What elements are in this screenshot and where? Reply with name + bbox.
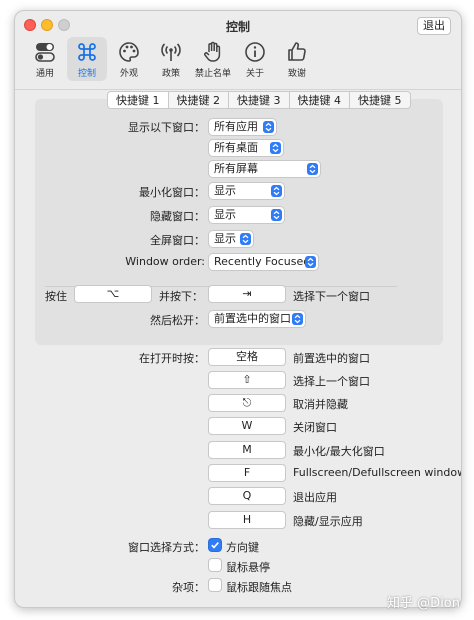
window-order-popup[interactable]: Recently Focused <box>209 254 318 270</box>
toolbar-item-acknowledgments[interactable]: 致谢 <box>277 37 317 81</box>
hold-key-recorder[interactable]: ⌥ <box>75 286 151 302</box>
release-action-popup[interactable]: 前置选中的窗口 <box>209 311 305 327</box>
chevron-up-down-icon <box>240 233 251 245</box>
mouse-hover-option-label: 鼠标悬停 <box>226 561 270 574</box>
popup-value: 所有桌面 <box>214 141 258 154</box>
and-press-label: 并按下： <box>159 290 203 303</box>
chevron-up-down-icon <box>271 209 282 221</box>
toolbar-label: 政策 <box>161 69 180 79</box>
toolbar-item-appearance[interactable]: 外观 <box>109 37 149 81</box>
popup-value: 所有屏幕 <box>214 162 258 175</box>
toolbar-label: 关于 <box>245 69 264 79</box>
quit-button[interactable]: 退出 <box>417 17 451 35</box>
checkmark-icon <box>211 542 219 549</box>
popup-value: 显示 <box>214 208 236 221</box>
toolbar-label: 禁止名单 <box>194 69 231 79</box>
tab-shortcut-4[interactable]: 快捷键 4 <box>289 91 350 109</box>
spaces-filter-popup[interactable]: 所有桌面 <box>209 140 283 156</box>
toolbar-item-controls[interactable]: 控制 <box>67 37 107 81</box>
shortcut-key-field[interactable]: W <box>209 418 285 434</box>
toolbar-label: 控制 <box>77 69 96 79</box>
shortcut-key-field[interactable]: ⎋ <box>209 395 285 411</box>
chevron-up-down-icon <box>270 142 281 154</box>
minimized-windows-label: 最小化窗口： <box>139 186 205 199</box>
popup-value: 显示 <box>214 184 236 197</box>
shortcut-key-field[interactable]: Q <box>209 488 285 504</box>
window-order-label: Window order: <box>125 255 205 268</box>
hidden-windows-popup[interactable]: 显示 <box>209 207 284 223</box>
shortcut-action: 选择上一个窗口 <box>293 375 370 388</box>
popup-value: 所有应用 <box>214 120 258 133</box>
tab-shortcut-5[interactable]: 快捷键 5 <box>350 91 411 109</box>
popup-value: 前置选中的窗口 <box>214 312 291 325</box>
shortcut-action: Fullscreen/Defullscreen window <box>293 466 462 479</box>
minimized-windows-popup[interactable]: 显示 <box>209 183 284 199</box>
tab-shortcut-2[interactable]: 快捷键 2 <box>168 91 229 109</box>
tab-shortcut-3[interactable]: 快捷键 3 <box>229 91 290 109</box>
shortcut-key-field[interactable]: ⇧ <box>209 372 285 388</box>
window-title: 控制 <box>225 20 250 34</box>
fullscreen-windows-label: 全屏窗口： <box>150 234 205 247</box>
mouse-hover-checkbox[interactable] <box>209 559 221 571</box>
watermark: 知乎 @Dion <box>387 596 460 611</box>
shortcut-key-field[interactable]: 空格 <box>209 349 285 365</box>
popup-value: 显示 <box>214 232 236 245</box>
toolbar-item-blacklist[interactable]: 禁止名单 <box>193 37 233 81</box>
shortcut-action: 最小化/最大化窗口 <box>293 445 385 458</box>
toolbar-item-about[interactable]: 关于 <box>235 37 275 81</box>
fullscreen-windows-popup[interactable]: 显示 <box>209 231 253 247</box>
shortcut-action: 取消并隐藏 <box>293 398 348 411</box>
cursor-follows-focus-label: 鼠标跟随焦点 <box>226 581 292 594</box>
arrow-keys-checkbox[interactable] <box>209 539 221 551</box>
while-open-label: 在打开时按： <box>139 352 205 365</box>
screens-filter-popup[interactable]: 所有屏幕 <box>209 161 320 177</box>
popup-value: Recently Focused <box>214 255 311 268</box>
hold-label: 按住 <box>45 290 67 303</box>
then-release-label: 然后松开： <box>150 314 205 327</box>
command-icon <box>78 43 96 61</box>
toolbar-label: 致谢 <box>287 69 306 79</box>
hand-icon <box>204 41 221 62</box>
chevron-up-down-icon <box>292 313 303 325</box>
arrow-keys-option-label: 方向键 <box>226 541 259 554</box>
antenna-icon <box>161 43 181 61</box>
title-bar: 控制 退出 <box>15 11 461 39</box>
info-icon <box>245 42 265 62</box>
shortcut-action: 隐藏/显示应用 <box>293 515 363 528</box>
chevron-up-down-icon <box>271 185 282 197</box>
chevron-up-down-icon <box>305 256 316 268</box>
toolbar-label: 通用 <box>35 69 54 79</box>
toolbar-label: 外观 <box>119 69 138 79</box>
chevron-up-down-icon <box>263 121 274 133</box>
shortcut-action: 退出应用 <box>293 491 337 504</box>
selection-method-label: 窗口选择方式： <box>128 541 205 554</box>
shortcut-key-field[interactable]: F <box>209 465 285 481</box>
toolbar-item-general[interactable]: 通用 <box>25 37 65 81</box>
palette-icon <box>119 42 139 62</box>
shortcut-key-field[interactable]: H <box>209 512 285 528</box>
next-window-key-recorder[interactable]: ⇥ <box>209 286 285 302</box>
hidden-windows-label: 隐藏窗口： <box>150 210 205 223</box>
next-window-action: 选择下一个窗口 <box>293 290 370 303</box>
shortcut-tabs: 快捷键 1 快捷键 2 快捷键 3 快捷键 4 快捷键 5 <box>107 91 411 109</box>
show-windows-label: 显示以下窗口： <box>128 121 205 134</box>
chevron-up-down-icon <box>307 163 318 175</box>
toolbar-item-policies[interactable]: 政策 <box>151 37 191 81</box>
apps-filter-popup[interactable]: 所有应用 <box>209 119 276 135</box>
shortcut-key-field[interactable]: M <box>209 442 285 458</box>
tab-shortcut-1[interactable]: 快捷键 1 <box>107 91 169 109</box>
cursor-follows-focus-checkbox[interactable] <box>209 579 221 591</box>
preferences-window: 控制 退出 通用 控制 外观 政策 禁止名单 关于 致谢 快捷键 1 快捷键 2… <box>14 10 462 608</box>
toolbar-divider <box>15 89 461 90</box>
shortcut-action: 关闭窗口 <box>293 421 337 434</box>
thumbs-up-icon <box>288 42 306 61</box>
toggle-icon <box>35 43 55 62</box>
shortcut-action: 前置选中的窗口 <box>293 352 370 365</box>
misc-label: 杂项： <box>172 581 205 594</box>
